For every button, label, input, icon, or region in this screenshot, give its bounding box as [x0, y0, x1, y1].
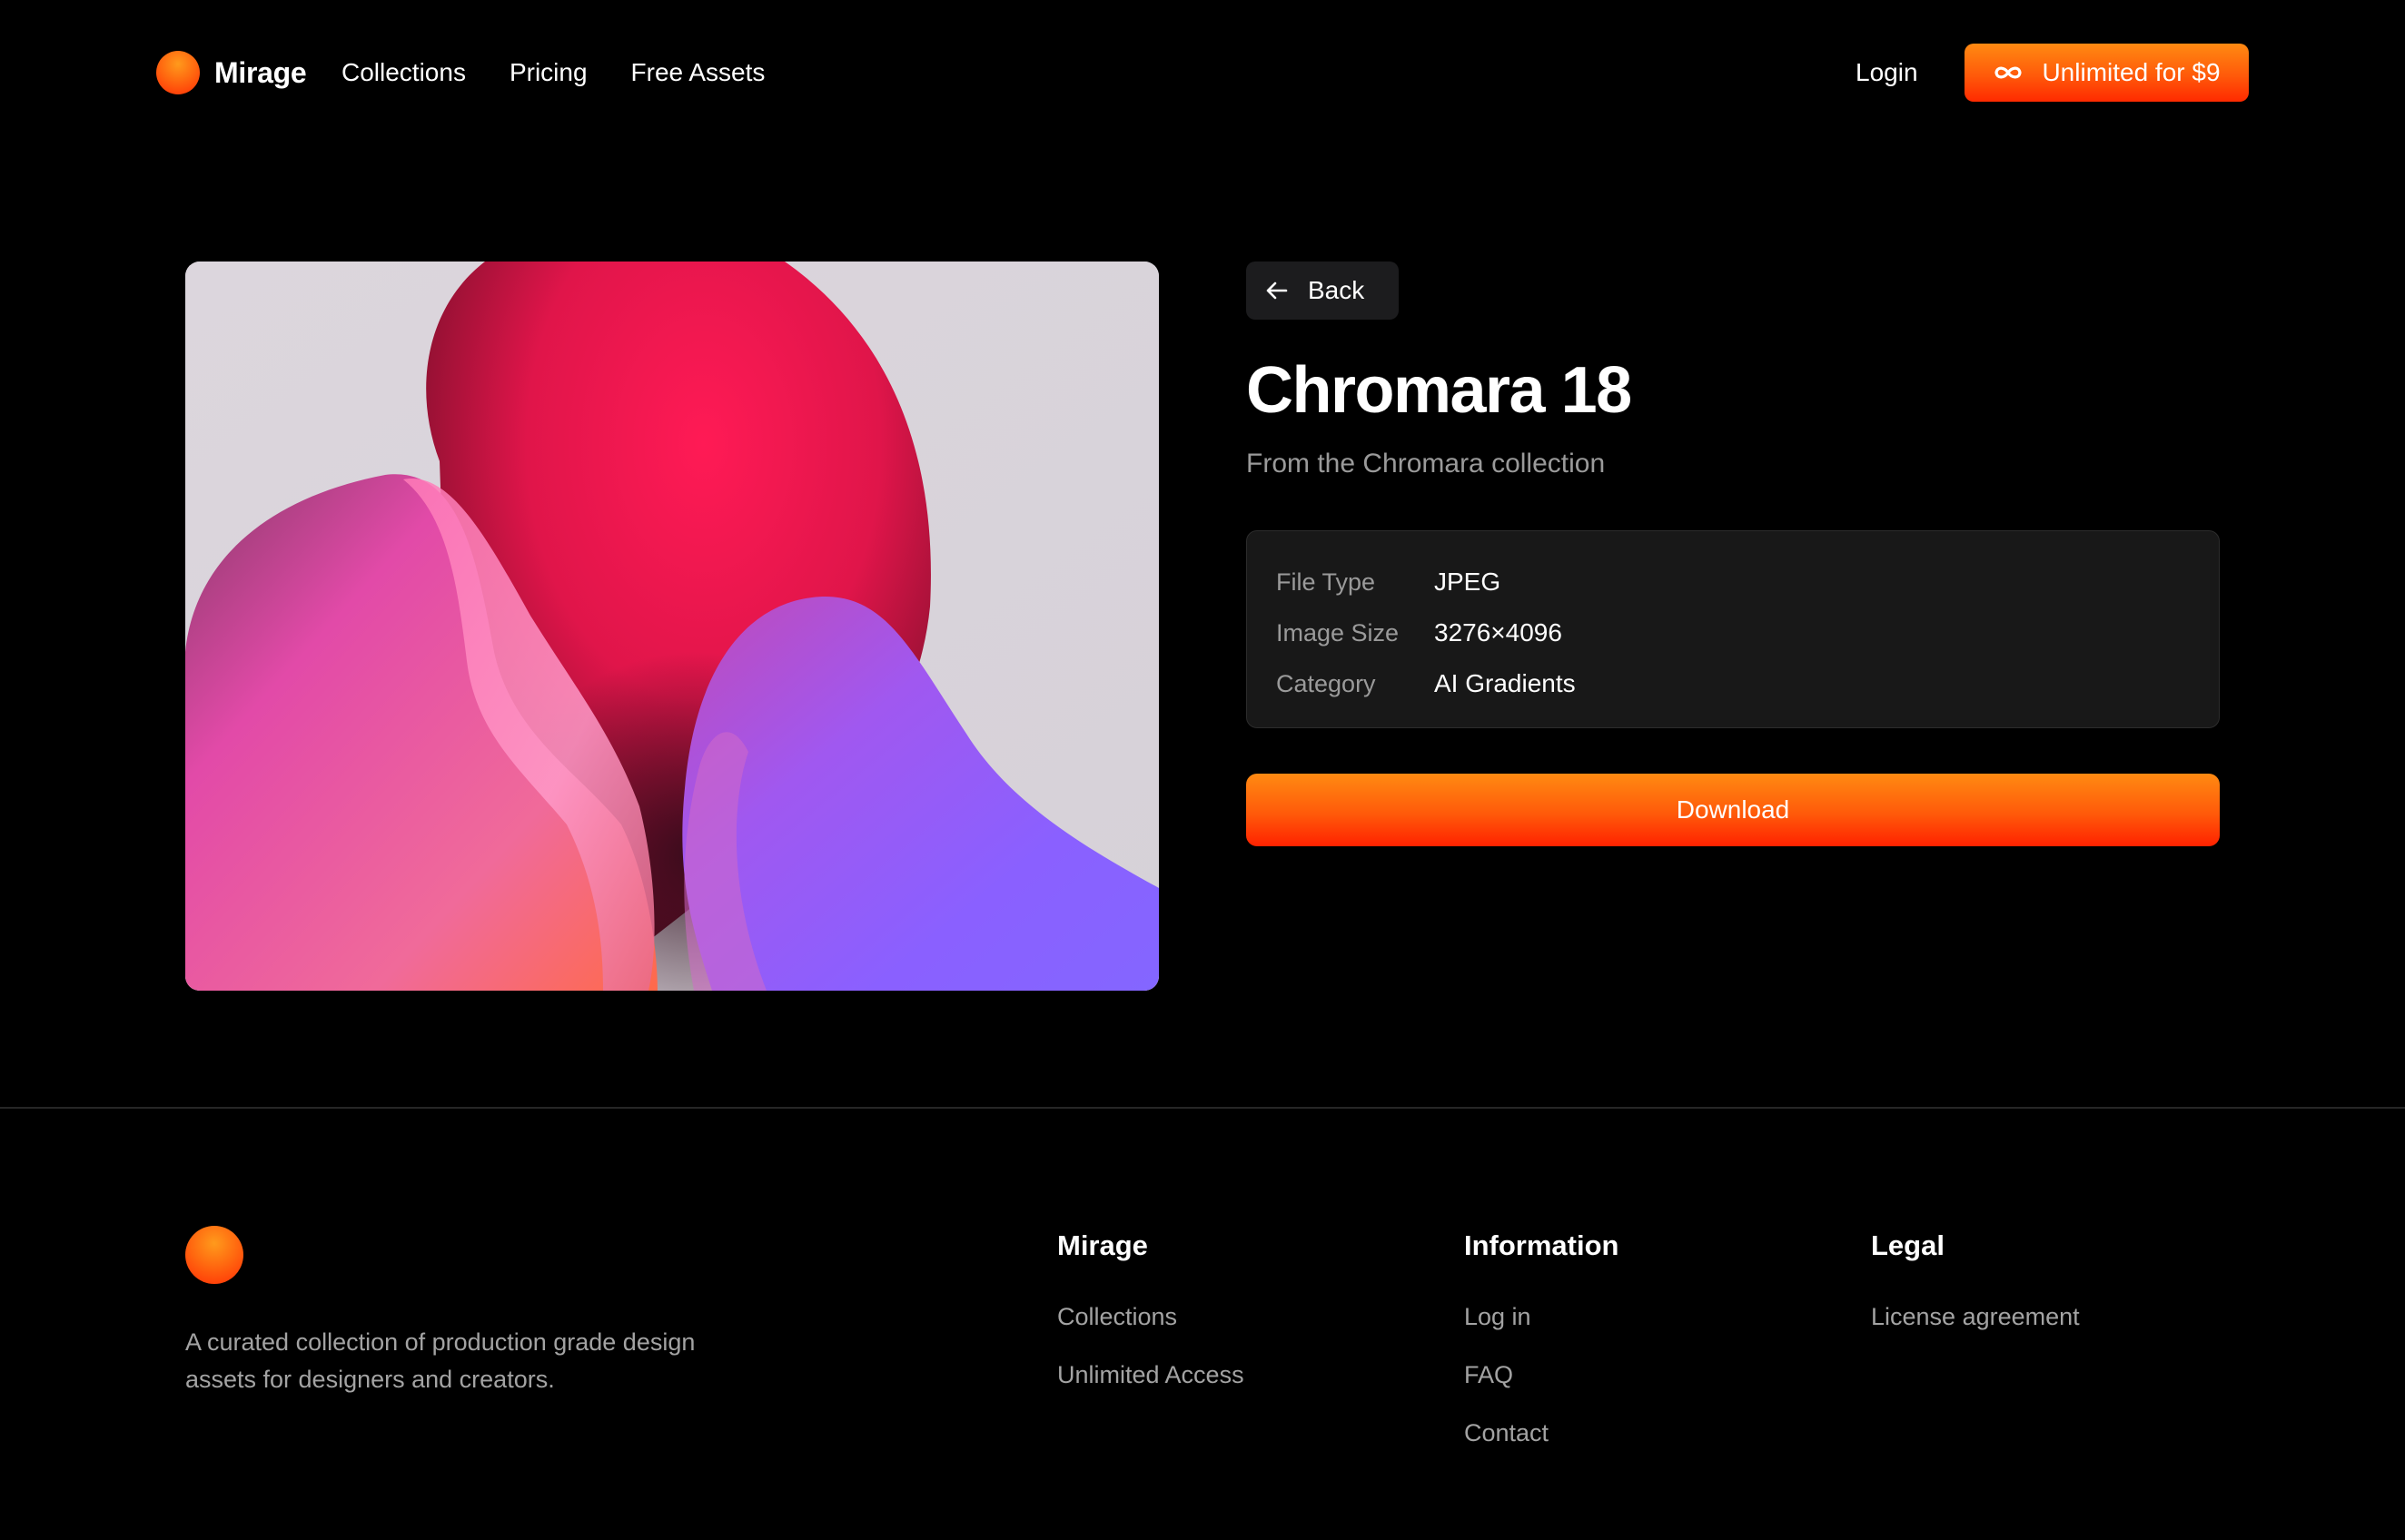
footer-link-unlimited-access[interactable]: Unlimited Access	[1057, 1357, 1244, 1393]
footer-orb-logo-icon	[185, 1226, 243, 1284]
footer-column-heading: Legal	[1871, 1229, 1945, 1261]
site-header: Mirage Collections Pricing Free Assets L…	[0, 0, 2405, 145]
spec-value: 3276×4096	[1434, 618, 1562, 647]
footer-column-mirage: Mirage Collections Unlimited Access	[1057, 1228, 1244, 1415]
spec-key: Category	[1276, 669, 1376, 697]
brand-logo-link[interactable]: Mirage	[156, 50, 307, 95]
infinity-icon	[1994, 66, 2023, 79]
arrow-left-icon	[1266, 281, 1288, 300]
back-button[interactable]: Back	[1246, 262, 1399, 320]
nav-free-assets[interactable]: Free Assets	[631, 58, 766, 87]
footer-link-faq[interactable]: FAQ	[1464, 1357, 1619, 1393]
spec-row-file-type: File Type JPEG	[1276, 557, 2190, 607]
asset-specs-card: File Type JPEG Image Size 3276×4096 Cate…	[1246, 530, 2220, 728]
main-nav: Collections Pricing Free Assets	[341, 50, 765, 95]
nav-collections[interactable]: Collections	[341, 58, 466, 87]
footer-column-information: Information Log in FAQ Contact	[1464, 1228, 1619, 1473]
asset-preview-image	[185, 262, 1159, 991]
footer-link-log-in[interactable]: Log in	[1464, 1298, 1619, 1335]
back-label: Back	[1308, 276, 1365, 304]
footer-divider	[0, 1107, 2405, 1109]
footer-tagline: A curated collection of production grade…	[185, 1328, 696, 1393]
asset-detail-page: Mirage Collections Pricing Free Assets L…	[0, 0, 2405, 1540]
unlimited-cta-button[interactable]: Unlimited for $9	[1965, 44, 2249, 102]
footer-column-heading: Mirage	[1057, 1229, 1148, 1261]
nav-pricing[interactable]: Pricing	[510, 58, 588, 87]
spec-value: AI Gradients	[1434, 669, 1576, 697]
login-link[interactable]: Login	[1856, 50, 1918, 95]
footer-link-contact[interactable]: Contact	[1464, 1415, 1619, 1451]
orb-logo-icon	[156, 51, 200, 94]
spec-key: Image Size	[1276, 618, 1400, 647]
spec-row-image-size: Image Size 3276×4096	[1276, 607, 2190, 658]
spec-value: JPEG	[1434, 568, 1501, 596]
footer-column-heading: Information	[1464, 1229, 1619, 1261]
unlimited-cta-label: Unlimited for $9	[2042, 58, 2221, 86]
abstract-gradient-artwork	[185, 262, 1159, 991]
brand-name: Mirage	[214, 55, 307, 89]
asset-collection-subtitle: From the Chromara collection	[1246, 449, 1606, 479]
download-button[interactable]: Download	[1246, 774, 2220, 846]
footer-link-collections[interactable]: Collections	[1057, 1298, 1244, 1335]
spec-row-category: Category AI Gradients	[1276, 658, 2190, 709]
spec-key: File Type	[1276, 568, 1376, 596]
footer-column-legal: Legal License agreement	[1871, 1228, 2080, 1357]
asset-title: Chromara 18	[1246, 354, 1632, 427]
footer-link-license-agreement[interactable]: License agreement	[1871, 1298, 2080, 1335]
